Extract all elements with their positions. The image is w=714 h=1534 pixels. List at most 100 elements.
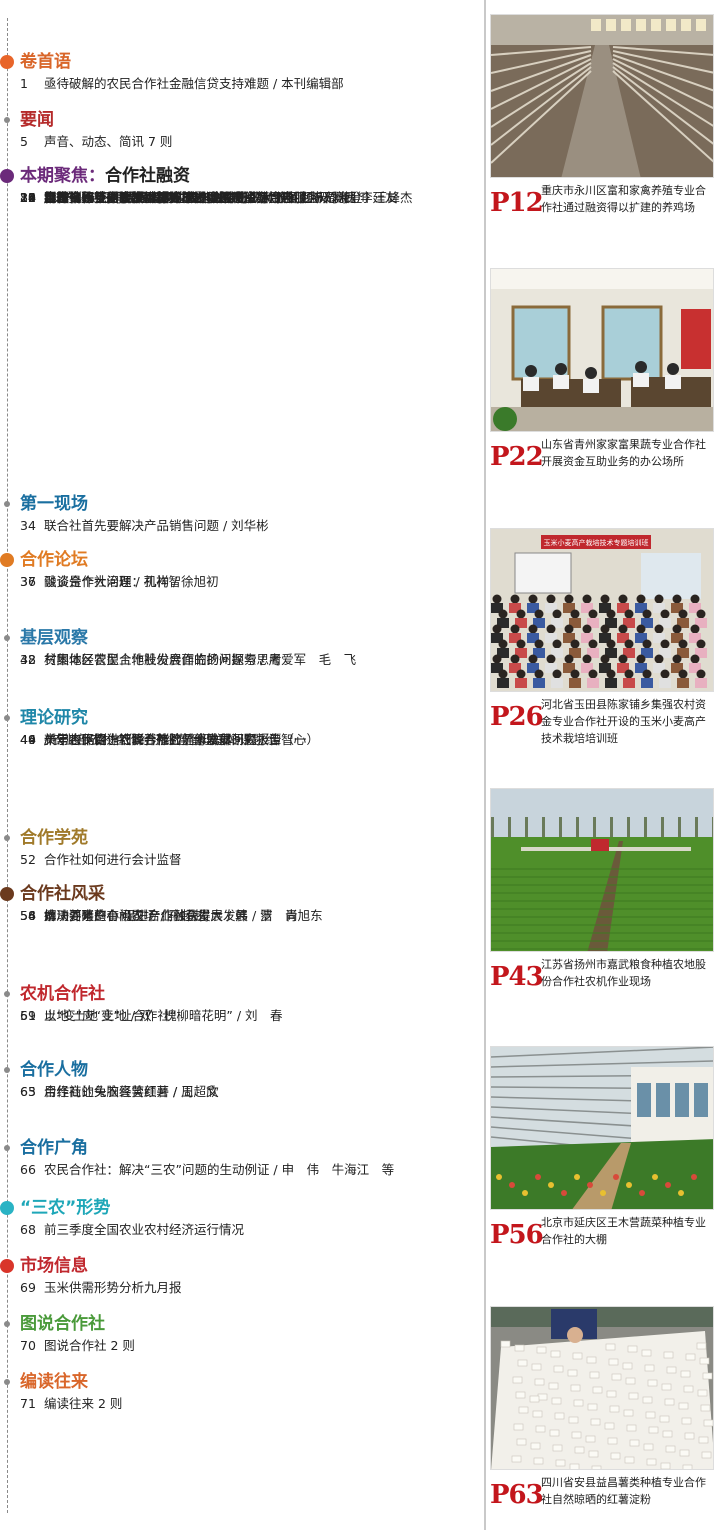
section-header: 图说合作社: [0, 1312, 480, 1336]
section-title-text: 合作人物: [20, 1060, 88, 1080]
toc-section: 市场信息 69 玉米供需形势分析九月报: [0, 1254, 480, 1295]
page-number: 68: [20, 1222, 36, 1237]
toc-section: 合作广角 66 农民合作社：解决“三农”问题的生动例证 / 申 伟 牛海江 等: [0, 1136, 480, 1177]
section-title-text: 市场信息: [20, 1256, 88, 1276]
timeline-spine: [7, 18, 8, 1513]
photo-illustration: [491, 789, 713, 951]
toc-section: 合作人物 63 用经商的头脑经营红薯 / 王 欣 65 合作社让兔农喜笑颜开 / 周超文: [0, 1058, 480, 1099]
section-title-text: 编读往来: [20, 1372, 88, 1392]
section-title: 合作人物: [20, 1058, 88, 1082]
page-number: 66: [20, 1162, 36, 1177]
entry-title: 联合社首先要解决产品销售问题 / 刘华彬: [44, 518, 269, 533]
page-number: 42: [20, 652, 36, 667]
section-header: 基层观察: [0, 626, 480, 650]
toc-section: “三农”形势 68 前三季度全国农业农村经济运行情况: [0, 1196, 480, 1237]
photo-caption-text: 山东省青州家家富果蔬专业合作社开展资金互助业务的办公场所: [541, 438, 706, 468]
photo-office: [490, 268, 714, 432]
section-title: 理论研究: [20, 706, 88, 730]
section-header: 合作社风采: [0, 882, 480, 906]
section-title: 合作社风采: [20, 882, 105, 906]
photo-caption-text: 北京市延庆区王木营蔬菜种植专业合作社的大棚: [541, 1216, 706, 1246]
toc-section: 图说合作社 70 图说合作社 2 则: [0, 1312, 480, 1353]
section-title-text: 第一现场: [20, 494, 88, 514]
section-title: 卷首语: [20, 50, 71, 74]
section-title-text: 本期聚焦：: [20, 166, 105, 186]
photo-starch-drying: [490, 1306, 714, 1470]
section-bullet-icon: [4, 117, 10, 123]
section-header: 第一现场: [0, 492, 480, 516]
section-title-text: 图说合作社: [20, 1314, 105, 1334]
photo-page-number[interactable]: P22: [490, 442, 544, 472]
photo-illustration: [491, 1307, 713, 1469]
section-bullet-icon: [4, 1145, 10, 1151]
photo-caption: P12 重庆市永川区富和家禽养殖专业合作社通过融资得以扩建的养鸡场: [490, 182, 714, 242]
photo-illustration: [491, 269, 713, 431]
section-header: “三农”形势: [0, 1196, 480, 1220]
photo-wheat-field: [490, 788, 714, 952]
section-bullet-icon: [4, 715, 10, 721]
photo-caption-text: 河北省玉田县陈家铺乡集强农村资金专业合作社开设的玉米小麦高产技术栽培培训班: [541, 698, 706, 745]
section-title-text: 卷首语: [20, 52, 71, 72]
page-number: 49: [20, 732, 36, 747]
section-title-text: 要闻: [20, 110, 54, 130]
section-bullet-icon: [4, 991, 10, 997]
entry-title: 合作社人支招合作社融资: [44, 190, 182, 205]
photo-caption-text: 江苏省扬州市嘉武粮食种植农地股份合作社农机作业现场: [541, 958, 706, 988]
photo-page-number[interactable]: P43: [490, 962, 544, 992]
section-title: 基层观察: [20, 626, 88, 650]
toc-section: 合作学苑 52 合作社如何进行会计监督: [0, 826, 480, 867]
photo-page-number[interactable]: P63: [490, 1480, 544, 1510]
page-number: 69: [20, 1280, 36, 1295]
section-bullet-icon: [0, 887, 14, 901]
entry-title: 推动要素整合 促进产业融合发展 / 韩 洁 尚旭东: [44, 908, 323, 923]
section-bullet-icon: [4, 1321, 10, 1327]
section-title: “三农”形势: [20, 1196, 110, 1220]
photo-page-number[interactable]: P56: [490, 1220, 544, 1250]
photo-caption-text: 四川省安县益昌薯类种植专业合作社自然晾晒的红薯淀粉: [541, 1476, 706, 1506]
section-title-text: 合作广角: [20, 1138, 88, 1158]
page-number: 65: [20, 1084, 36, 1099]
page-number: 1: [20, 76, 28, 91]
section-header: 合作论坛: [0, 548, 480, 572]
photo-page-number[interactable]: P26: [490, 702, 544, 732]
entry-title: 图说合作社 2 则: [44, 1338, 135, 1353]
photo-illustration: [491, 15, 713, 177]
photo-illustration: [491, 1047, 713, 1209]
page-number: 33: [20, 190, 36, 205]
page-number: 5: [20, 134, 28, 149]
toc-section: 基层观察 38 贫困地区农民合作社发展面临的问题与思考 42 村集体经营型土地股份合作的…: [0, 626, 480, 667]
photo-illustration: 玉米小麦高产栽培技术专题培训班: [491, 529, 713, 691]
photo-caption: P26 河北省玉田县陈家铺乡集强农村资金专业合作社开设的玉米小麦高产技术栽培培训班: [490, 696, 714, 756]
entry-title: 合作社如何进行会计监督: [44, 852, 182, 867]
photo-caption-text: 重庆市永川区富和家禽养殖专业合作社通过融资得以扩建的养鸡场: [541, 184, 706, 214]
toc-section: 合作社风采 54 解决养殖户小问题 合作社获得大发展 / 罗 青 56 妫川河畔的有机农…: [0, 882, 480, 923]
section-header: 卷首语: [0, 50, 480, 74]
page-number: 70: [20, 1338, 36, 1353]
page-number: 37: [20, 574, 36, 589]
section-title-text: 合作论坛: [20, 550, 88, 570]
entry-title: 农民合作社：解决“三农”问题的生动例证 / 申 伟 牛海江 等: [44, 1162, 395, 1177]
section-header: 编读往来: [0, 1370, 480, 1394]
photo-caption: P63 四川省安县益昌薯类种植专业合作社自然晾晒的红薯淀粉: [490, 1474, 714, 1534]
section-bullet-icon: [0, 1201, 14, 1215]
photo-page-number[interactable]: P12: [490, 188, 544, 218]
photo-training-class: 玉米小麦高产栽培技术专题培训班: [490, 528, 714, 692]
section-bullet-icon: [4, 635, 10, 641]
entry-title: 村集体经营型土地股份合作的扬州探索 / 周爱军 毛 飞: [44, 652, 357, 667]
toc-section: 本期聚焦：合作社融资 8 山东：规范创新 探索农村合作金融新机制 / 张克新 10 吉林…: [0, 164, 480, 205]
section-title-text: “三农”形势: [20, 1198, 111, 1218]
section-title-text: 理论研究: [20, 708, 88, 728]
section-title-text: 合作学苑: [20, 828, 88, 848]
section-bullet-icon: [4, 1379, 10, 1385]
photo-caption: P43 江苏省扬州市嘉武粮食种植农地股份合作社农机作业现场: [490, 956, 714, 1016]
entry-title: 前三季度全国农业农村经济运行情况: [44, 1222, 245, 1237]
entry-title: 融资是个大问题 / 孔祥智: [44, 574, 182, 589]
entry-title: 亟待破解的农民合作社金融信贷支持难题 / 本刊编辑部: [44, 76, 344, 91]
section-header: 合作广角: [0, 1136, 480, 1160]
section-title: 本期聚焦：合作社融资: [20, 164, 190, 188]
toc-section: 合作论坛 36 谈谈合作社治理：机构 / 徐旭初 37 融资是个大问题 / 孔祥智: [0, 548, 480, 589]
section-bullet-icon: [4, 501, 10, 507]
section-title: 市场信息: [20, 1254, 88, 1278]
section-title-text: 合作社风采: [20, 884, 105, 904]
entry-title: 以“变”应“变”让合作社“柳暗花明” / 刘 春: [44, 1008, 283, 1023]
